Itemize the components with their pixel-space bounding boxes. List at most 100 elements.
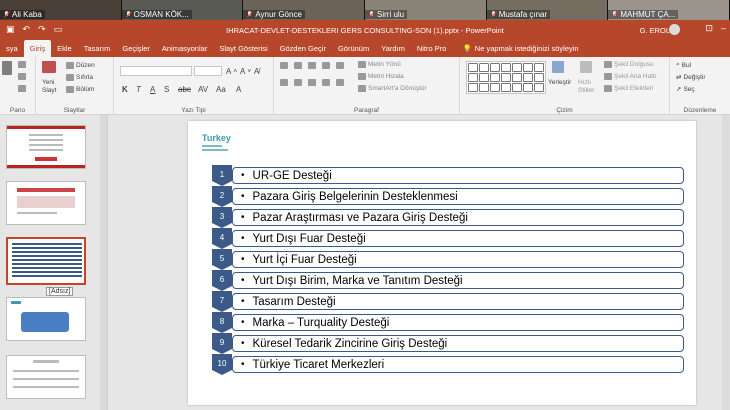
quick-styles-icon[interactable] (580, 61, 592, 73)
format-painter-button[interactable] (18, 85, 26, 92)
participant-tile[interactable]: Ali Kaba (0, 0, 122, 20)
participant-tile[interactable]: Sirri ulu (365, 0, 487, 20)
grow-font-button[interactable]: A ˄ (226, 67, 237, 76)
minimize-icon[interactable]: – (721, 23, 726, 34)
thumbnail-line (13, 378, 79, 380)
numbering-button[interactable] (294, 62, 302, 69)
bold-button[interactable]: K (122, 85, 128, 94)
shrink-font-button[interactable]: A ˅ (240, 67, 251, 76)
user-name[interactable]: G. EROL (640, 26, 670, 35)
participant-tile[interactable]: Mustafa çınar (486, 0, 609, 20)
section-button[interactable]: Bölüm (66, 86, 94, 93)
support-list-item[interactable]: 1 • UR-GE Desteği (212, 165, 684, 186)
tab-design[interactable]: Tasarım (78, 40, 117, 57)
slide-thumbnail[interactable] (6, 297, 86, 341)
paste-button[interactable] (2, 61, 12, 75)
drawing-group: Yerleştir Hızlı Stiller Şekil Dolgusu Şe… (460, 57, 670, 115)
spacing-button[interactable]: AV (198, 85, 208, 94)
tab-slideshow[interactable]: Slayt Gösterisi (213, 40, 273, 57)
slide-thumbnail[interactable] (6, 181, 86, 225)
tab-help[interactable]: Yardım (375, 40, 411, 57)
text-direction-button[interactable]: Metin Yönü (358, 61, 401, 68)
tab-review[interactable]: Gözden Geçir (274, 40, 332, 57)
select-button[interactable]: ➚ Seç (676, 85, 695, 94)
cut-button[interactable] (18, 61, 26, 68)
participant-tile[interactable]: OSMAN KÖK... (121, 0, 244, 20)
support-list-item[interactable]: 7 • Tasarım Desteği (212, 291, 684, 312)
new-slide-button[interactable]: Yeni (42, 79, 54, 86)
slide-thumbnail[interactable] (6, 125, 86, 169)
participant-tile[interactable]: Aynur Gönce (243, 0, 366, 20)
slide-canvas[interactable]: Turkey 1 • UR-GE Desteği 2 • Pazara Giriş Bel… (188, 121, 696, 405)
align-left-button[interactable] (280, 79, 288, 86)
editor-scrollbar[interactable] (722, 115, 730, 410)
find-button[interactable]: ⌕ Bul (676, 61, 691, 69)
item-number-marker: 3 (212, 207, 232, 228)
justify-button[interactable] (322, 79, 330, 86)
participant-tile[interactable]: MAHMUT ÇA... (608, 0, 730, 20)
support-list-item[interactable]: 10 • Türkiye Ticaret Merkezleri (212, 354, 684, 375)
tab-file[interactable]: sya (0, 40, 24, 57)
avatar[interactable] (669, 24, 680, 35)
layout-button[interactable]: Düzen (66, 62, 95, 69)
align-text-button[interactable]: Metni Hizala (358, 73, 404, 80)
align-center-button[interactable] (294, 79, 302, 86)
reset-icon (66, 74, 74, 81)
slide-thumbnail[interactable] (6, 355, 86, 399)
italic-button[interactable]: T (136, 85, 141, 94)
bullets-button[interactable] (280, 62, 288, 69)
quick-styles-button-line2[interactable]: Stiller (578, 87, 594, 94)
quick-styles-button[interactable]: Hızlı (578, 79, 591, 86)
ribbon-display-icon[interactable]: ⊡ (705, 23, 713, 34)
thumbnail-band (7, 165, 85, 168)
change-case-button[interactable]: Aa (216, 85, 226, 94)
copy-button[interactable] (18, 73, 26, 80)
new-slide-icon[interactable] (42, 61, 56, 73)
shape-outline-button[interactable]: Şekil Ana Hattı (604, 73, 657, 80)
support-list-item[interactable]: 6 • Yurt Dışı Birim, Marka ve Tanıtım Dest… (212, 270, 684, 291)
thumbnails-scrollbar[interactable] (100, 115, 107, 410)
align-right-button[interactable] (308, 79, 316, 86)
columns-button[interactable] (336, 79, 344, 86)
thumbnail-bar (17, 188, 75, 192)
slide-thumbnail-selected[interactable] (6, 237, 86, 285)
tab-home[interactable]: Giriş (23, 40, 52, 57)
decrease-indent-button[interactable] (308, 62, 316, 69)
reset-button[interactable]: Sıfırla (66, 74, 93, 81)
shapes-gallery[interactable] (466, 61, 546, 94)
tab-nitro-pro[interactable]: Nitro Pro (411, 40, 453, 57)
tab-view[interactable]: Görünüm (332, 40, 375, 57)
support-list-item[interactable]: 9 • Küresel Tedarik Zincirine Giriş Desteğ… (212, 333, 684, 354)
bullet-icon: • (241, 317, 245, 328)
underline-button[interactable]: A (150, 85, 155, 94)
font-name-dropdown[interactable] (120, 66, 192, 76)
slide-icon (42, 61, 56, 73)
shape-effects-button[interactable]: Şekil Efektleri (604, 85, 653, 92)
support-list-item[interactable]: 4 • Yurt Dışı Fuar Desteği (212, 228, 684, 249)
increase-indent-button[interactable] (322, 62, 330, 69)
font-color-button[interactable]: A (236, 85, 241, 94)
font-size-dropdown[interactable] (194, 66, 222, 76)
item-text: Marka – Turquality Desteği (252, 316, 390, 329)
tab-transitions[interactable]: Geçişler (116, 40, 156, 57)
arrange-icon[interactable] (552, 61, 564, 73)
tab-animations[interactable]: Animasyonlar (156, 40, 213, 57)
paragraph-group-label: Paragraf (354, 107, 379, 114)
smartart-button[interactable]: SmartArt'a Dönüştür (358, 85, 427, 92)
support-list-item[interactable]: 8 • Marka – Turquality Desteği (212, 312, 684, 333)
line-spacing-button[interactable] (336, 62, 344, 69)
new-slide-button-line2[interactable]: Slayt (42, 87, 56, 94)
clear-format-button[interactable]: A̸ (254, 67, 259, 76)
columns-icon (336, 79, 344, 86)
tab-insert[interactable]: Ekle (51, 40, 78, 57)
strikethrough-button[interactable]: abc (178, 85, 191, 94)
shadow-button[interactable]: S (164, 85, 169, 94)
replace-button[interactable]: ⇄ Değiştir (676, 73, 706, 82)
support-list-item[interactable]: 5 • Yurt İçi Fuar Desteği (212, 249, 684, 270)
support-list-item[interactable]: 3 • Pazar Araştırması ve Pazara Giriş Dest… (212, 207, 684, 228)
tell-me-box[interactable]: 💡 Ne yapmak istediğinizi söyleyin (452, 44, 578, 53)
shape-fill-button[interactable]: Şekil Dolgusu (604, 61, 654, 68)
support-list-item[interactable]: 2 • Pazara Giriş Belgelerinin Desteklenmes… (212, 186, 684, 207)
arrange-button[interactable]: Yerleştir (548, 79, 571, 86)
thumbnail-logo (11, 301, 21, 304)
